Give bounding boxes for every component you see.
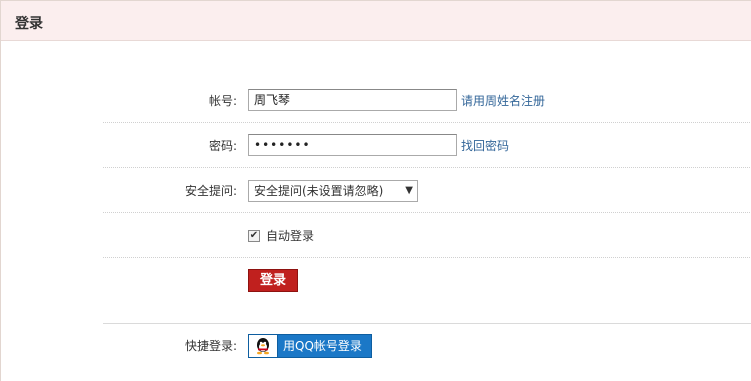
- title-bar: 登录: [1, 1, 751, 41]
- register-link[interactable]: 请用周姓名注册: [461, 79, 545, 123]
- qq-penguin-icon: [257, 338, 269, 355]
- security-question-value: 安全提问(未设置请忽略): [254, 184, 384, 198]
- password-input[interactable]: •••••••: [248, 134, 457, 156]
- account-input[interactable]: 周飞琴: [248, 89, 457, 111]
- account-label: 帐号:: [208, 94, 237, 108]
- submit-row: 登录: [103, 259, 751, 324]
- page-title: 登录: [15, 16, 43, 32]
- auto-login-checkbox[interactable]: ✔: [248, 230, 260, 242]
- security-question-select[interactable]: 安全提问(未设置请忽略) ▼: [248, 180, 418, 202]
- password-row: 密码: ••••••• 找回密码: [103, 124, 751, 168]
- recover-password-link[interactable]: 找回密码: [461, 124, 509, 168]
- security-question-row: 安全提问: 安全提问(未设置请忽略) ▼: [103, 169, 751, 213]
- qq-icon-box: [249, 335, 278, 357]
- qq-login-label: 用QQ帐号登录: [283, 339, 362, 353]
- password-label: 密码:: [208, 139, 237, 153]
- quick-login-row: 快捷登录: 用QQ帐号登录: [103, 324, 751, 374]
- login-panel: 登录 帐号: 周飞琴 请用周姓名注册 密码: ••••••• 找回密码 安全提问…: [0, 0, 751, 381]
- quick-login-label: 快捷登录:: [184, 339, 237, 353]
- account-row: 帐号: 周飞琴 请用周姓名注册: [103, 79, 751, 123]
- auto-login-label: 自动登录: [266, 229, 315, 243]
- qq-login-button[interactable]: 用QQ帐号登录: [248, 334, 372, 358]
- security-question-label: 安全提问:: [184, 184, 237, 198]
- chevron-down-icon: ▼: [405, 185, 413, 196]
- auto-login-row: ✔ 自动登录: [103, 214, 751, 258]
- login-button[interactable]: 登录: [248, 269, 298, 292]
